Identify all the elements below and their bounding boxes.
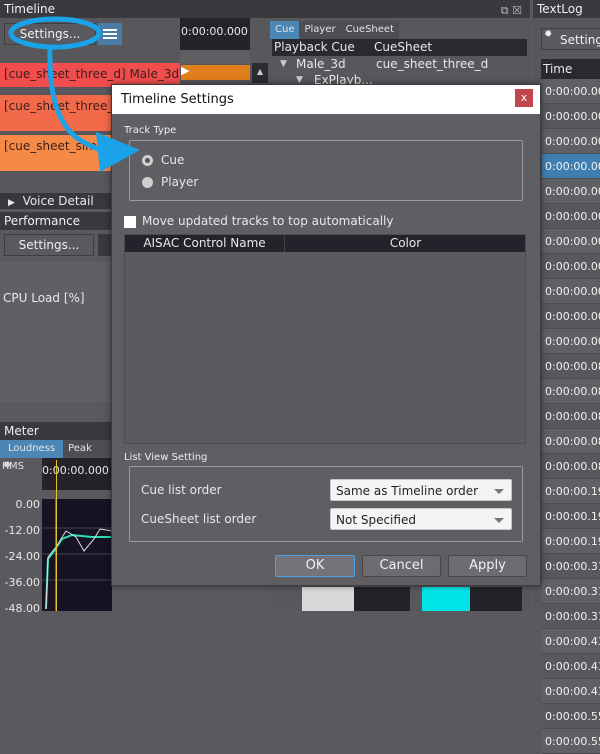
log-row[interactable]: 0:00:00.550 — [542, 729, 600, 754]
log-row[interactable]: 0:00:00.550 — [542, 704, 600, 729]
annotation-circle — [8, 16, 102, 50]
log-row[interactable]: 0:00:00.433 — [542, 654, 600, 679]
log-row[interactable]: 0:00:00.433 — [542, 679, 600, 704]
annotation-arrow-head — [96, 132, 140, 172]
annotation-overlay — [8, 16, 140, 172]
log-row[interactable]: 0:00:00.433 — [542, 629, 600, 654]
